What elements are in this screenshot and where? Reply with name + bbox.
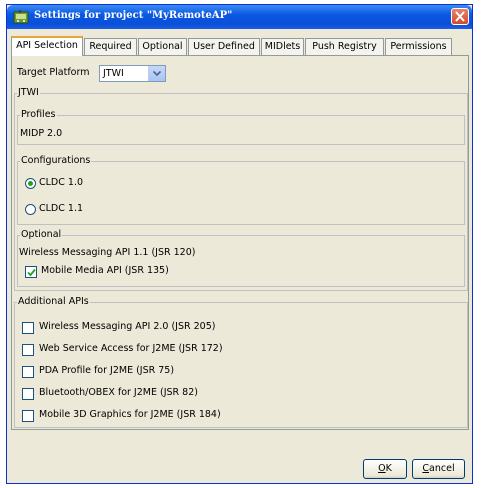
- tab-label: Permissions: [390, 41, 447, 52]
- optional-legend: Optional: [20, 229, 63, 240]
- profiles-group: Profiles MIDP 2.0: [17, 109, 465, 145]
- target-platform-value: JTWI: [103, 68, 124, 79]
- optional-fixed-api: Wireless Messaging API 1.1 (JSR 120): [19, 247, 196, 258]
- checkbox-label: Mobile Media API (JSR 135): [41, 265, 169, 276]
- ok-label: K: [385, 463, 392, 474]
- optional-group: Optional Wireless Messaging API 1.1 (JSR…: [17, 229, 465, 287]
- tab-label: Required: [89, 41, 132, 52]
- configurations-legend: Configurations: [20, 155, 92, 166]
- tab-user-defined[interactable]: User Defined: [188, 38, 260, 55]
- target-platform-select[interactable]: JTWI: [99, 65, 166, 82]
- dropdown-button[interactable]: [148, 66, 165, 81]
- close-icon: [455, 11, 465, 22]
- cancel-label: ancel: [429, 463, 455, 474]
- radio-label: CLDC 1.1: [39, 203, 84, 214]
- tab-permissions[interactable]: Permissions: [385, 38, 452, 55]
- radio-button-cldc-10[interactable]: [25, 178, 36, 189]
- checkbox-3d-graphics[interactable]: [22, 410, 34, 422]
- checkbox-bluetooth[interactable]: [22, 388, 34, 400]
- settings-dialog: Settings for project "MyRemoteAP" API Se…: [6, 4, 473, 484]
- checkbox-label: Bluetooth/OBEX for J2ME (JSR 82): [39, 387, 198, 398]
- ok-button[interactable]: OK: [363, 459, 407, 479]
- target-platform-label: Target Platform: [17, 67, 90, 78]
- tab-required[interactable]: Required: [84, 38, 137, 55]
- tab-label: Push Registry: [312, 41, 377, 52]
- checkbox-pda-profile[interactable]: [22, 366, 34, 378]
- radio-label: CLDC 1.0: [39, 177, 84, 188]
- configurations-group: Configurations CLDC 1.0 CLDC 1.1: [17, 155, 465, 225]
- checkbox-label: Wireless Messaging API 2.0 (JSR 205): [39, 321, 216, 332]
- tab-optional[interactable]: Optional: [138, 38, 187, 55]
- radio-selected-dot: [28, 181, 33, 186]
- window-title: Settings for project "MyRemoteAP": [34, 10, 233, 21]
- chevron-down-icon: [153, 71, 161, 76]
- checkbox-label: Web Service Access for J2ME (JSR 172): [39, 343, 223, 354]
- checkbox-label: Mobile 3D Graphics for J2ME (JSR 184): [39, 409, 221, 420]
- jtwi-legend: JTWI: [17, 87, 40, 98]
- tab-label: User Defined: [193, 41, 255, 52]
- tab-api-selection[interactable]: API Selection: [11, 36, 83, 56]
- title-bar[interactable]: Settings for project "MyRemoteAP": [7, 5, 472, 29]
- additional-apis-group: Additional APIs Wireless Messaging API 2…: [14, 296, 468, 428]
- additional-apis-legend: Additional APIs: [17, 296, 90, 307]
- radio-button-cldc-11[interactable]: [25, 204, 36, 215]
- tab-label: API Selection: [16, 40, 78, 51]
- cancel-button[interactable]: Cancel: [412, 459, 465, 479]
- api-selection-panel: Target Platform JTWI JTWI Profiles MIDP …: [11, 55, 469, 430]
- close-button[interactable]: [451, 8, 469, 25]
- checkbox-wma-20[interactable]: [22, 322, 34, 334]
- ok-mnemonic: O: [378, 463, 386, 474]
- checkbox-label: PDA Profile for J2ME (JSR 75): [39, 365, 175, 376]
- tab-label: Optional: [142, 41, 183, 52]
- tab-push-registry[interactable]: Push Registry: [305, 38, 384, 55]
- checkmark-icon: [27, 268, 36, 277]
- profiles-legend: Profiles: [20, 109, 57, 120]
- wireless-toolkit-icon: [13, 9, 29, 25]
- tab-label: MIDlets: [264, 41, 301, 52]
- profile-value: MIDP 2.0: [20, 128, 63, 139]
- checkbox-mobile-media[interactable]: [25, 266, 37, 278]
- jtwi-group: JTWI Profiles MIDP 2.0 Configurations CL…: [14, 87, 468, 291]
- tab-midlets[interactable]: MIDlets: [261, 38, 304, 55]
- checkbox-web-services[interactable]: [22, 344, 34, 356]
